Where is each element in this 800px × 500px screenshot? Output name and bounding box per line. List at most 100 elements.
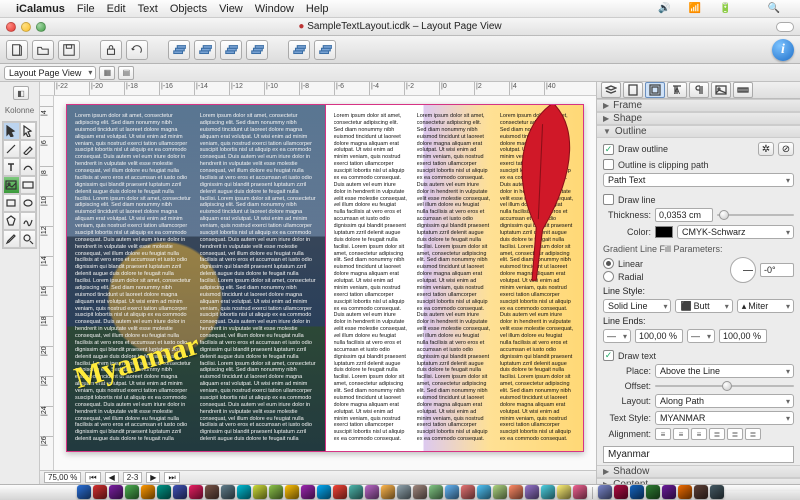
place-select[interactable]: Above the Line [655,364,794,378]
dock-app-1[interactable] [93,485,107,499]
lineend-left-style[interactable]: — [603,329,631,343]
dock-app-36[interactable] [662,485,676,499]
toolbar-open-button[interactable] [32,40,54,60]
textstyle-select[interactable]: MYANMAR [655,411,794,425]
mode-grid2-button[interactable]: ▤ [118,66,134,80]
page-next-button[interactable]: ▶ [146,472,160,483]
dock-app-30[interactable] [557,485,571,499]
inspector-tab-measure[interactable] [733,82,753,98]
inspector-tab-frame[interactable] [645,82,665,98]
inspector-tab-layers[interactable] [601,82,621,98]
lineend-right-style[interactable]: — [687,329,715,343]
dock-app-31[interactable] [573,485,587,499]
color-select[interactable]: CMYK-Schwarz [677,225,794,239]
dock-app-14[interactable] [301,485,315,499]
tool-pointer[interactable] [3,122,20,140]
mode-grid1-button[interactable]: ▦ [99,66,115,80]
toolbar-stack6-button[interactable] [314,40,336,60]
dock-app-10[interactable] [237,485,251,499]
window-toolbar-toggle[interactable] [776,22,794,32]
section-shadow-header[interactable]: ▶Shadow [597,465,800,478]
linestyle-select[interactable]: Solid Line [603,299,671,313]
tool-freehand[interactable] [20,212,37,230]
dock-app-15[interactable] [317,485,331,499]
dock-app-11[interactable] [253,485,267,499]
dock-app-37[interactable] [678,485,692,499]
path-mode-select[interactable]: Path Text [603,173,794,187]
gradient-angle-field[interactable]: -0° [760,263,794,277]
lineend-right-scale[interactable]: 100,00 % [719,329,767,343]
menu-window[interactable]: Window [255,3,294,15]
tool-pen[interactable] [20,140,37,158]
menubar-wifi-icon[interactable]: 📶 [689,3,701,14]
dock-app-9[interactable] [221,485,235,499]
menubar-battery-icon[interactable]: 🔋 [719,3,731,14]
inspector-tab-page[interactable] [623,82,643,98]
section-frame-header[interactable]: ▶Frame [597,99,800,112]
tool-line[interactable] [3,140,20,158]
menu-file[interactable]: File [77,3,95,15]
tool-rect[interactable] [3,194,20,212]
dock-app-28[interactable] [525,485,539,499]
toolbar-stack4-button[interactable] [246,40,268,60]
dock-app-7[interactable] [189,485,203,499]
gradient-angle-dial[interactable] [730,257,756,283]
dock-app-27[interactable] [509,485,523,499]
menubar-volume-icon[interactable]: 🔊 [658,3,670,14]
dock-app-33[interactable] [614,485,628,499]
align-opt6-button[interactable]: ≣ [745,428,761,440]
dock-app-26[interactable] [493,485,507,499]
toolbar-lock-button[interactable] [100,40,122,60]
inspector-tab-image[interactable] [711,82,731,98]
dock-app-25[interactable] [477,485,491,499]
tool-polygon[interactable] [3,212,20,230]
dock-app-5[interactable] [157,485,171,499]
dock-app-32[interactable] [598,485,612,499]
window-minimize-button[interactable] [21,22,31,32]
dock-app-22[interactable] [429,485,443,499]
thickness-slider[interactable] [717,210,794,220]
outline-options2-button[interactable]: ⊘ [778,142,794,156]
menu-objects[interactable]: Objects [170,3,207,15]
toolbar-stack5-button[interactable] [288,40,310,60]
dock-app-0[interactable] [77,485,91,499]
menu-view[interactable]: View [219,3,243,15]
clipping-path-checkbox[interactable] [603,159,614,170]
window-close-button[interactable] [6,22,16,32]
tool-ellipse[interactable] [20,194,37,212]
page-number-field[interactable]: 2-3 [123,472,143,483]
app-menu[interactable]: iCalamus [16,3,65,15]
section-outline-header[interactable]: ▼Outline [597,125,800,138]
page-first-button[interactable]: ⏮ [85,472,100,483]
view-mode-select[interactable]: Layout Page View [4,66,96,80]
gradient-linear-radio[interactable] [603,258,614,269]
page-right[interactable]: Lorem ipsum dolor sit amet, consectetur … [325,104,585,452]
zoom-field[interactable]: 75,00 % [44,472,81,483]
draw-outline-checkbox[interactable]: ✓ [603,144,614,155]
dock-app-3[interactable] [125,485,139,499]
dock-app-4[interactable] [141,485,155,499]
tool-eyedropper[interactable] [3,230,20,248]
linejoin-select[interactable]: ▴Miter [737,299,794,313]
page-left[interactable]: Lorem ipsum dolor sit amet, consectetur … [66,104,325,452]
section-shape-header[interactable]: ▶Shape [597,112,800,125]
dock-app-38[interactable] [694,485,708,499]
dock-app-35[interactable] [646,485,660,499]
dock-app-8[interactable] [205,485,219,499]
lineend-left-scale[interactable]: 100,00 % [635,329,683,343]
toolbar-stack2-button[interactable] [194,40,216,60]
menubar-spotlight-icon[interactable]: 🔍 [768,3,780,14]
draw-text-checkbox[interactable]: ✓ [603,350,614,361]
toolbar-save-button[interactable] [58,40,80,60]
page-last-button[interactable]: ⏭ [164,472,179,483]
toolbar-info-button[interactable]: i [772,39,794,61]
tool-text[interactable] [3,158,20,176]
draw-line-checkbox[interactable] [603,194,614,205]
color-swatch[interactable] [655,226,673,238]
align-center-button[interactable]: ≡ [673,428,689,440]
dock-app-19[interactable] [381,485,395,499]
dock-app-16[interactable] [333,485,347,499]
dock-app-12[interactable] [269,485,283,499]
tool-zoom[interactable] [20,230,37,248]
align-left-button[interactable]: ≡ [655,428,671,440]
